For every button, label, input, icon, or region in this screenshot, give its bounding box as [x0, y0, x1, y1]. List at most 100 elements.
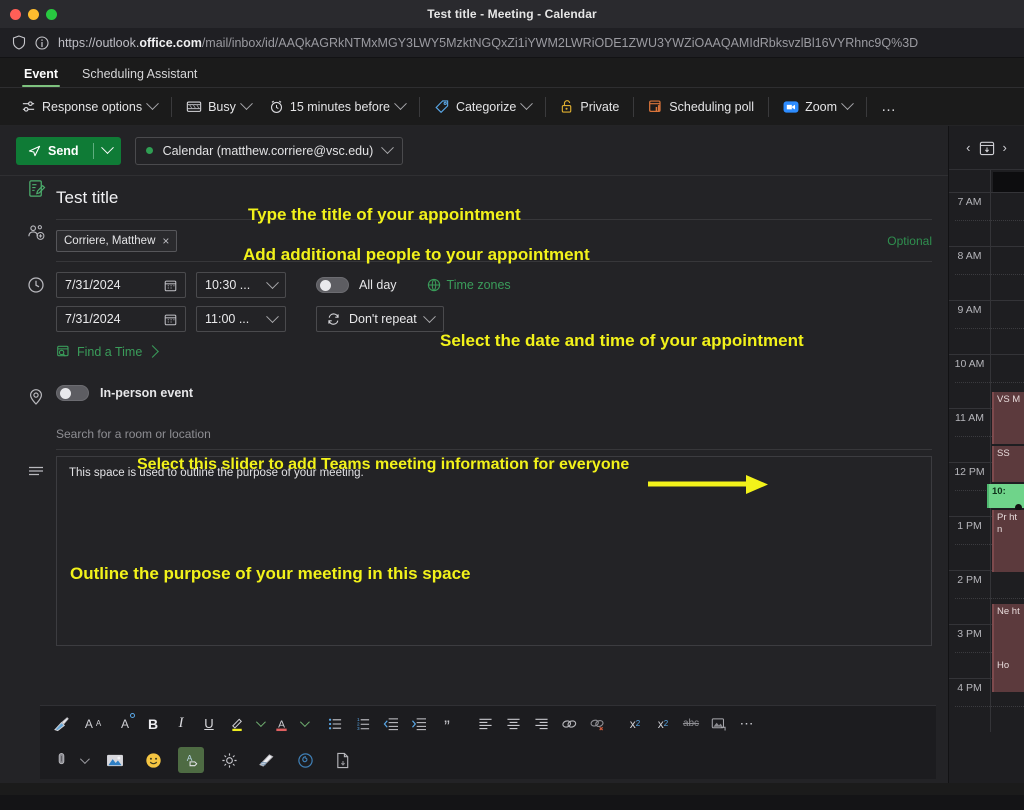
- categorize-label: Categorize: [455, 99, 517, 114]
- remove-link-icon[interactable]: [584, 711, 610, 737]
- dictate-icon[interactable]: [254, 747, 280, 773]
- event-title-input[interactable]: Test title: [56, 176, 932, 220]
- superscript-icon[interactable]: x2: [622, 711, 648, 737]
- insert-link-icon[interactable]: [556, 711, 582, 737]
- send-button-label-group: Send: [16, 144, 93, 158]
- italic-icon[interactable]: I: [168, 711, 194, 737]
- browser-address-bar[interactable]: https://outlook.office.com/mail/inbox/id…: [0, 28, 1024, 58]
- body-editor-row: This space is used to outline the purpos…: [0, 450, 948, 646]
- highlight-color-icon[interactable]: [224, 711, 250, 737]
- time-zones-button[interactable]: Time zones: [427, 278, 511, 292]
- info-icon[interactable]: [35, 35, 49, 50]
- immersive-reader-icon[interactable]: [216, 747, 242, 773]
- zoom-app-button[interactable]: Zoom: [774, 94, 861, 120]
- rail-allday-cell[interactable]: [993, 172, 1024, 192]
- hour-row: 7 AM: [949, 192, 1024, 246]
- calendar-event[interactable]: Pr ht n: [992, 510, 1024, 572]
- rail-hour-grid: 7 AM 8 AM 9 AM 10 AM 11 AM 12 PM 1 PM 2 …: [949, 192, 1024, 732]
- title-row: Test title: [0, 176, 948, 220]
- align-right-icon[interactable]: [528, 711, 554, 737]
- tab-event[interactable]: Event: [14, 63, 68, 87]
- scheduling-poll-button[interactable]: Scheduling poll: [639, 94, 763, 120]
- calendar-picker-icon[interactable]: [164, 313, 177, 326]
- numbered-list-icon[interactable]: 123: [350, 711, 376, 737]
- quote-icon[interactable]: ”: [434, 711, 460, 737]
- calendar-picker[interactable]: Calendar (matthew.corriere@vsc.edu): [134, 136, 404, 165]
- calendar-picker-icon[interactable]: [164, 279, 177, 292]
- find-a-time-button[interactable]: Find a Time: [56, 344, 932, 359]
- busy-status-button[interactable]: Busy: [177, 94, 260, 120]
- close-icon[interactable]: ×: [162, 234, 169, 248]
- font-size-grow-icon[interactable]: AA: [76, 711, 110, 737]
- prev-day-chevron-icon[interactable]: ‹: [966, 140, 970, 155]
- next-day-chevron-icon[interactable]: ›: [1003, 140, 1007, 155]
- align-left-icon[interactable]: [472, 711, 498, 737]
- reminder-button[interactable]: 15 minutes before: [260, 94, 414, 120]
- strikethrough-icon[interactable]: abc: [678, 711, 704, 737]
- start-time-input[interactable]: 10:30 ...: [196, 272, 286, 298]
- attendee-chip[interactable]: Corriere, Matthew ×: [56, 229, 178, 252]
- loop-component-icon[interactable]: [292, 747, 318, 773]
- today-calendar-icon[interactable]: [979, 140, 995, 156]
- calendar-event[interactable]: Ne ht: [992, 604, 1024, 658]
- align-center-icon[interactable]: [500, 711, 526, 737]
- more-formatting-icon[interactable]: ⋯: [734, 711, 760, 737]
- url-text[interactable]: https://outlook.office.com/mail/inbox/id…: [58, 36, 918, 50]
- font-color-icon[interactable]: A: [268, 711, 294, 737]
- in-person-event-toggle[interactable]: [56, 385, 89, 401]
- inline-image-icon[interactable]: [102, 747, 128, 773]
- calendar-color-dot: [145, 147, 153, 154]
- tab-scheduling-assistant[interactable]: Scheduling Assistant: [72, 63, 207, 87]
- chevron-down-icon: [240, 97, 253, 111]
- underline-icon[interactable]: U: [196, 711, 222, 737]
- private-button[interactable]: Private: [551, 94, 628, 120]
- hour-cell[interactable]: [991, 192, 1024, 246]
- format-painter-icon[interactable]: [48, 711, 74, 737]
- start-date-input[interactable]: 7/31/2024: [56, 272, 186, 298]
- clear-formatting-icon[interactable]: A: [112, 711, 138, 737]
- hour-cell[interactable]: [991, 246, 1024, 300]
- all-day-toggle[interactable]: [316, 277, 349, 293]
- increase-indent-icon[interactable]: [406, 711, 432, 737]
- emoji-icon[interactable]: [140, 747, 166, 773]
- send-options-caret[interactable]: [94, 141, 121, 155]
- globe-icon: [427, 278, 440, 292]
- repeat-button[interactable]: Don't repeat: [316, 306, 444, 332]
- hour-label: 4 PM: [949, 678, 991, 732]
- insert-picture-icon[interactable]: [706, 711, 732, 737]
- attach-file-icon[interactable]: [48, 747, 74, 773]
- event-body-input[interactable]: This space is used to outline the purpos…: [56, 456, 932, 646]
- send-button[interactable]: Send: [16, 136, 121, 165]
- chevron-down-icon: [394, 97, 407, 111]
- calendar-event[interactable]: Ho: [992, 658, 1024, 692]
- apps-icon[interactable]: [330, 747, 356, 773]
- font-color-caret[interactable]: [296, 711, 310, 737]
- response-options-button[interactable]: Response options: [12, 94, 166, 120]
- find-a-time-icon: [57, 345, 69, 357]
- attendees-input[interactable]: Corriere, Matthew × Optional: [56, 220, 932, 262]
- decrease-indent-icon[interactable]: [378, 711, 404, 737]
- subscript-icon[interactable]: x2: [650, 711, 676, 737]
- bold-icon[interactable]: B: [140, 711, 166, 737]
- repeat-label: Don't repeat: [349, 312, 417, 326]
- all-day-label: All day: [359, 278, 397, 292]
- end-datetime-line: 7/31/2024 11:00 ... Don't repeat: [56, 306, 932, 332]
- optional-attendees-link[interactable]: Optional: [887, 234, 932, 248]
- bulleted-list-icon[interactable]: [322, 711, 348, 737]
- highlight-color-caret[interactable]: [252, 711, 266, 737]
- hour-cell[interactable]: [991, 300, 1024, 354]
- command-divider: [866, 96, 868, 117]
- lock-icon: [562, 100, 572, 113]
- end-time-input[interactable]: 11:00 ...: [196, 306, 286, 332]
- end-date-input[interactable]: 7/31/2024: [56, 306, 186, 332]
- signature-icon[interactable]: A: [178, 747, 204, 773]
- room-search-input[interactable]: Search for a room or location: [56, 401, 932, 450]
- attach-file-caret[interactable]: [76, 747, 90, 773]
- more-options-button[interactable]: …: [872, 94, 906, 120]
- calendar-event[interactable]: VS M: [992, 392, 1024, 444]
- chevron-down-icon: [79, 753, 90, 764]
- chevron-down-icon: [299, 717, 310, 728]
- categorize-button[interactable]: Categorize: [425, 94, 540, 120]
- calendar-event[interactable]: SS: [992, 446, 1024, 482]
- attendees-field-body: Corriere, Matthew × Optional: [56, 220, 932, 262]
